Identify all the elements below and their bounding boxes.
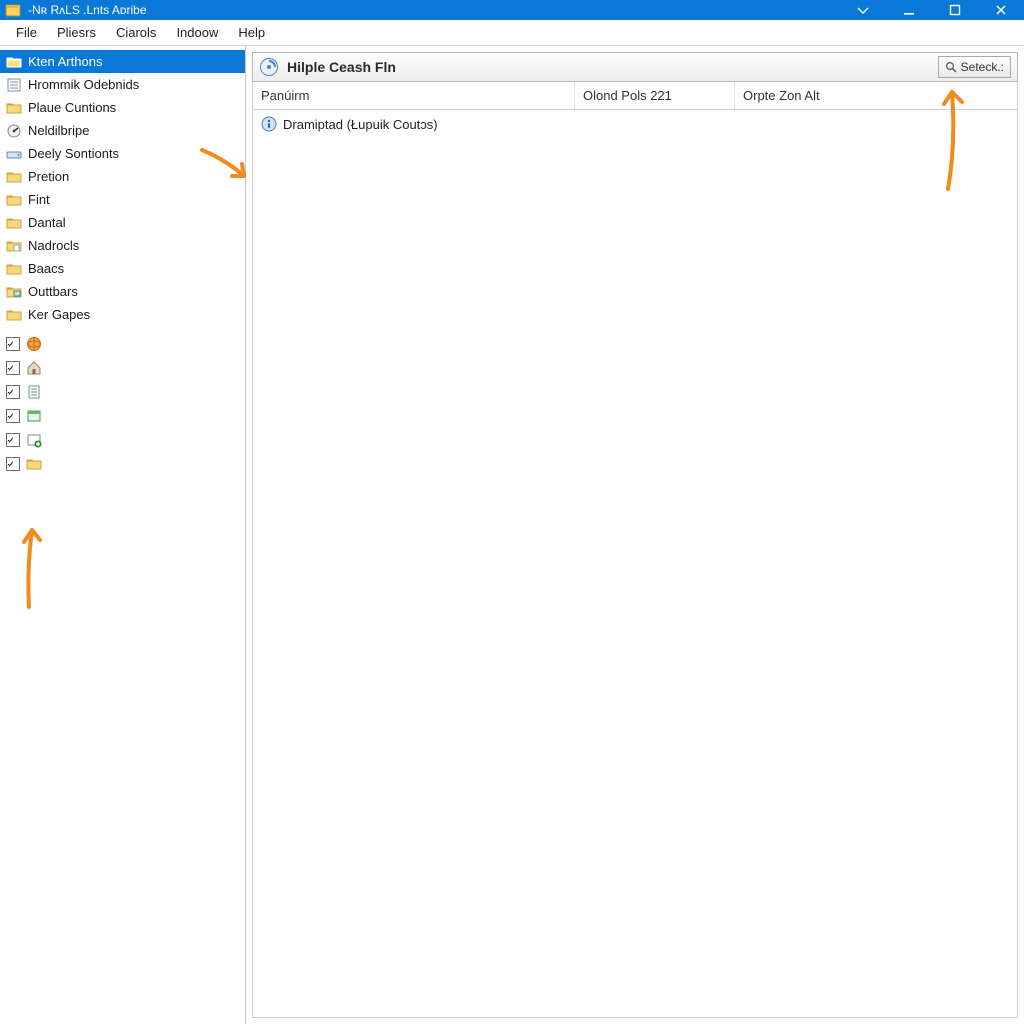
minimize-button[interactable] [886,0,932,20]
sidebar-item-label: Fint [28,192,50,207]
column-headers: Panúirm Olond Pols 221 Orpte Zon Alt [252,82,1018,110]
sidebar-item-2[interactable]: Plaue Cuntions [0,96,245,119]
window-icon [26,408,42,424]
annotation-arrow-1 [198,146,250,186]
sidebar-item-label: Dantal [28,215,66,230]
checkbox[interactable] [6,409,20,423]
folder-icon [6,169,22,185]
search-label: Seteck.: [961,60,1004,74]
check-row-0[interactable] [6,332,239,356]
sidebar-item-label: Hrommik Odebnids [28,77,139,92]
annotation-arrow-3 [14,522,44,612]
sidebar-item-1[interactable]: Hrommik Odebnids [0,73,245,96]
form-icon [6,77,22,93]
sidebar-item-11[interactable]: Ker Gapes [0,303,245,326]
sidebar-item-label: Neldilbripe [28,123,89,138]
title-bar: -Nʀ RʌLS .Lnts Aᴅribe [0,0,1024,20]
check-row-5[interactable] [6,452,239,476]
info-icon [261,116,277,132]
sidebar-item-6[interactable]: Fint [0,188,245,211]
sidebar-item-0[interactable]: Kten Arthons [0,50,245,73]
sidebar-item-label: Nadrocls [28,238,79,253]
menu-help[interactable]: Help [228,23,275,42]
content-header-icon [259,57,279,77]
sidebar-item-3[interactable]: Neldilbripe [0,119,245,142]
sidebar-item-8[interactable]: Nadrocls [0,234,245,257]
search-icon [945,61,957,73]
checkbox[interactable] [6,361,20,375]
sidebar-item-label: Pretion [28,169,69,184]
checkbox[interactable] [6,385,20,399]
folder-icon [6,215,22,231]
main-pane: Hilple Ceash Fln Seteck.: Panúirm Olond … [246,46,1024,1024]
row-name: Dramiptad (Łupuik Coutɔs) [283,117,438,132]
sidebar-item-9[interactable]: Baacs [0,257,245,280]
checkbox[interactable] [6,433,20,447]
menu-bar: File Pliesrs Ciarols Indoow Help [0,20,1024,46]
folder-image-icon [6,284,22,300]
sidebar-item-10[interactable]: Outtbars [0,280,245,303]
checkbox[interactable] [6,457,20,471]
sidebar: Kten Arthons Hrommik Odebnids Plaue Cuntio… [0,46,246,1024]
check-row-2[interactable] [6,380,239,404]
sidebar-item-7[interactable]: Dantal [0,211,245,234]
checkbox[interactable] [6,337,20,351]
window-title: -Nʀ RʌLS .Lnts Aᴅribe [26,3,840,17]
menu-ciarols[interactable]: Ciarols [106,23,166,42]
sidebar-item-label: Outtbars [28,284,78,299]
sidebar-item-label: Kten Arthons [28,54,102,69]
sysmenu-button[interactable] [840,0,886,20]
drive-icon [6,146,22,162]
column-header-3[interactable]: Orpte Zon Alt [735,82,1017,109]
sidebar-item-label: Ker Gapes [28,307,90,322]
folder-open-icon [6,54,22,70]
sidebar-item-label: Deely Sontionts [28,146,119,161]
column-header-2[interactable]: Olond Pols 221 [575,82,735,109]
globe-icon [26,336,42,352]
check-row-4[interactable] [6,428,239,452]
app-icon [5,2,21,18]
menu-file[interactable]: File [6,23,47,42]
check-row-1[interactable] [6,356,239,380]
folder-icon [6,307,22,323]
plug-icon [26,432,42,448]
sheet-icon [26,384,42,400]
column-header-1[interactable]: Panúirm [253,82,575,109]
folder-icon [6,100,22,116]
content-list[interactable]: Dramiptad (Łupuik Coutɔs) [252,110,1018,1018]
list-item[interactable]: Dramiptad (Łupuik Coutɔs) [253,110,1017,138]
content-header: Hilple Ceash Fln Seteck.: [252,52,1018,82]
check-row-3[interactable] [6,404,239,428]
content-title: Hilple Ceash Fln [287,59,930,75]
maximize-button[interactable] [932,0,978,20]
sidebar-item-label: Baacs [28,261,64,276]
folder-doc-icon [6,238,22,254]
search-button[interactable]: Seteck.: [938,56,1011,78]
close-button[interactable] [978,0,1024,20]
folder-icon [6,192,22,208]
house-icon [26,360,42,376]
gauge-icon [6,123,22,139]
folder-icon [26,456,42,472]
sidebar-item-label: Plaue Cuntions [28,100,116,115]
menu-pliesrs[interactable]: Pliesrs [47,23,106,42]
folder-icon [6,261,22,277]
menu-indoow[interactable]: Indoow [166,23,228,42]
annotation-arrow-2 [936,84,966,194]
